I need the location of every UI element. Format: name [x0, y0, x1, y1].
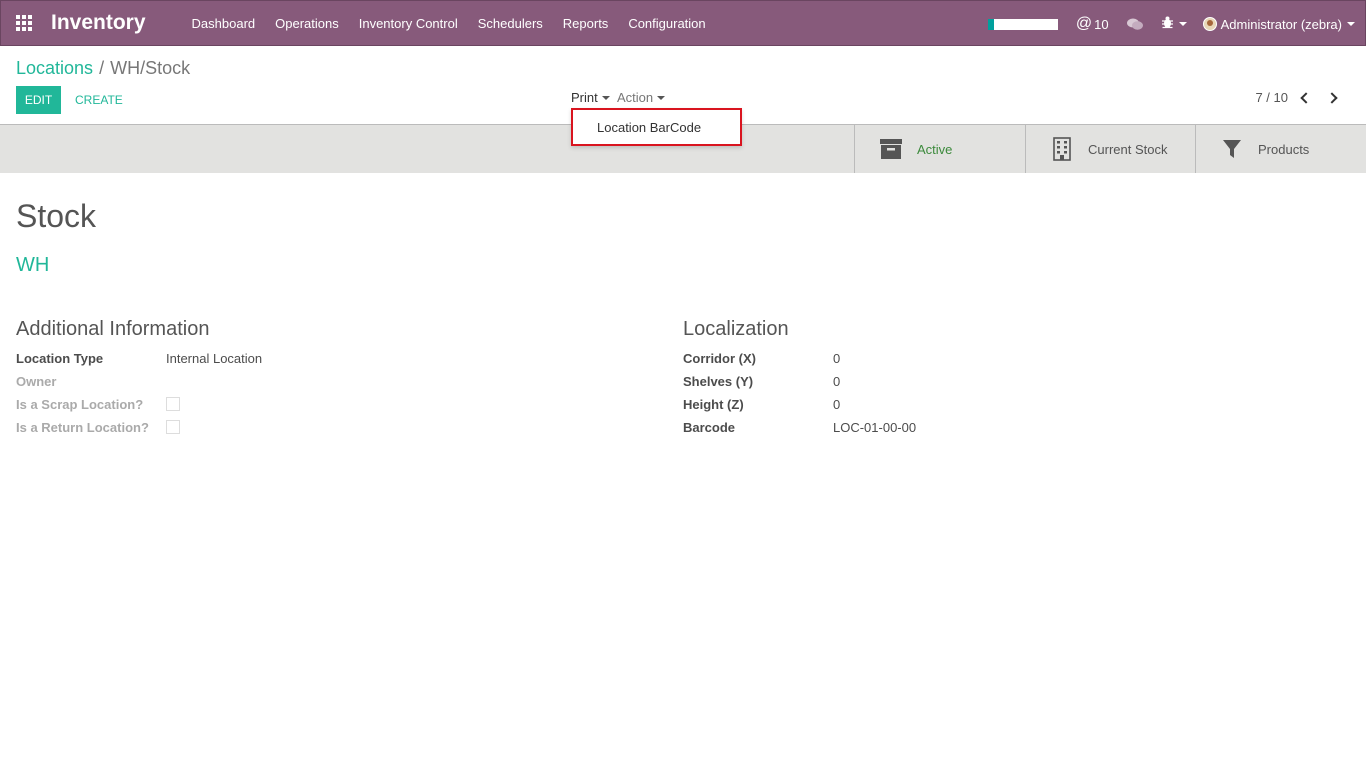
record-parent-link[interactable]: WH: [16, 254, 49, 277]
avatar: [1202, 17, 1217, 31]
pager: 7 / 10: [1255, 90, 1338, 105]
barcode-label: Barcode: [683, 420, 736, 435]
shelves-value: 0: [833, 374, 841, 389]
corridor-value: 0: [833, 351, 841, 366]
additional-info-title: Additional Information: [16, 318, 210, 340]
building-icon: [1050, 137, 1074, 161]
pager-value[interactable]: 7 / 10: [1255, 90, 1288, 105]
record-name: Stock: [16, 198, 97, 234]
bug-icon: [1161, 16, 1174, 32]
main-menu: Dashboard Operations Inventory Control S…: [182, 0, 716, 46]
mentions-button[interactable]: @ 10: [1076, 15, 1109, 33]
menu-configuration[interactable]: Configuration: [618, 16, 715, 31]
active-label: Active: [917, 141, 953, 157]
products-label: Products: [1258, 141, 1310, 157]
action-dropdown-button[interactable]: Action: [617, 90, 666, 105]
caret-down-icon: [601, 95, 610, 100]
caret-down-icon: [657, 95, 666, 100]
current-stock-label: Current Stock: [1088, 141, 1168, 157]
menu-item-location-barcode[interactable]: Location BarCode: [597, 120, 701, 135]
corridor-label: Corridor (X): [683, 351, 756, 366]
user-menu[interactable]: Administrator (zebra): [1202, 16, 1355, 32]
shelves-label: Shelves (Y): [683, 374, 754, 389]
breadcrumb-current: WH/Stock: [110, 58, 191, 78]
chevron-right-icon[interactable]: [1326, 91, 1338, 104]
app-brand: Inventory: [51, 11, 146, 34]
mention-count: 10: [1094, 16, 1109, 32]
breadcrumb-separator: /: [99, 58, 105, 78]
top-navbar: Inventory Dashboard Operations Inventory…: [0, 0, 1366, 46]
user-name: Administrator (zebra): [1220, 16, 1342, 32]
menu-dashboard[interactable]: Dashboard: [182, 16, 266, 31]
location-type-value: Internal Location: [166, 351, 263, 366]
height-label: Height (Z): [683, 397, 744, 412]
menu-inventory-control[interactable]: Inventory Control: [349, 16, 468, 31]
breadcrumb: Locations / WH/Stock: [16, 58, 190, 79]
action-label: Action: [617, 90, 654, 105]
navbar-right: @ 10 Administrator (zebra): [987, 1, 1365, 47]
print-dropdown-button[interactable]: Print: [571, 90, 610, 105]
chevron-left-icon[interactable]: [1300, 91, 1312, 104]
create-button[interactable]: CREATE: [75, 86, 123, 114]
apps-grid-icon[interactable]: [1, 0, 47, 46]
at-icon: @: [1075, 15, 1093, 32]
loading-progress-bar: [987, 18, 1058, 30]
menu-operations[interactable]: Operations: [265, 16, 349, 31]
height-value: 0: [833, 397, 841, 412]
debug-menu-button[interactable]: [1161, 16, 1187, 32]
return-location-label: Is a Return Location?: [16, 420, 149, 435]
filter-icon: [1220, 137, 1244, 161]
edit-button[interactable]: EDIT: [16, 86, 61, 114]
barcode-value: LOC-01-00-00: [833, 420, 917, 435]
progress-fill: [987, 18, 994, 30]
location-type-label: Location Type: [16, 351, 104, 366]
caret-down-icon: [1178, 22, 1187, 26]
current-stock-button[interactable]: Current Stock: [1025, 125, 1196, 173]
scrap-location-checkbox[interactable]: [166, 397, 180, 411]
chat-icon[interactable]: [1126, 18, 1143, 30]
print-dropdown-menu: Location BarCode: [571, 108, 742, 146]
owner-label: Owner: [16, 374, 57, 389]
archive-icon: [879, 137, 903, 161]
products-button[interactable]: Products: [1195, 125, 1366, 173]
active-toggle-button[interactable]: Active: [854, 125, 1025, 173]
scrap-location-label: Is a Scrap Location?: [16, 397, 144, 412]
print-label: Print: [571, 90, 598, 105]
caret-down-icon: [1347, 22, 1355, 26]
return-location-checkbox[interactable]: [166, 420, 180, 434]
localization-title: Localization: [683, 318, 789, 340]
menu-reports[interactable]: Reports: [553, 16, 619, 31]
breadcrumb-locations[interactable]: Locations: [16, 58, 93, 79]
menu-schedulers[interactable]: Schedulers: [468, 16, 553, 31]
